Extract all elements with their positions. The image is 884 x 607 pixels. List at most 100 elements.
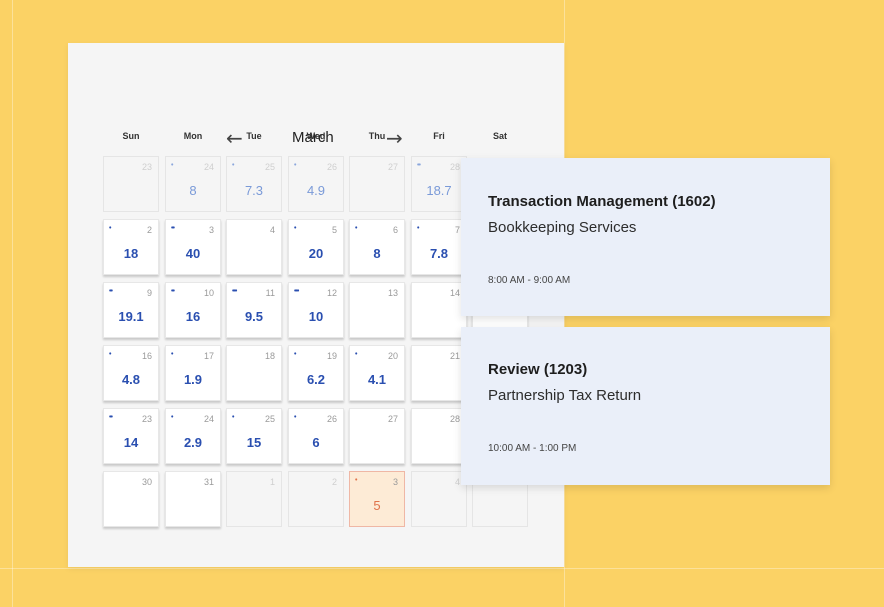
day-cell[interactable]: 14 — [411, 282, 467, 338]
day-cell[interactable]: • 2 18 — [103, 219, 159, 275]
day-hours-value: 10 — [308, 309, 324, 324]
day-hours-value: 4.1 — [367, 372, 387, 387]
event-indicator-dots: • — [355, 225, 358, 232]
day-cell[interactable]: ••• 11 9.5 — [226, 282, 282, 338]
day-cell[interactable]: • 20 4.1 — [349, 345, 405, 401]
day-hours-value: 40 — [185, 246, 201, 261]
day-hours-value: 6.2 — [306, 372, 326, 387]
day-number: 28 — [449, 414, 460, 424]
day-hours-value: 7.8 — [429, 246, 449, 261]
day-number: 18 — [264, 351, 275, 361]
day-hours-value: 18.7 — [426, 183, 452, 198]
day-number: 23 — [141, 414, 152, 424]
weekday-label-0: Sun — [122, 131, 140, 141]
day-cell[interactable]: 27 — [349, 408, 405, 464]
day-number: 16 — [141, 351, 152, 361]
day-number: 27 — [387, 162, 398, 172]
day-hours-value: 18 — [123, 246, 139, 261]
event-time: 8:00 AM - 9:00 AM — [488, 275, 571, 286]
day-cell[interactable]: •• 3 40 — [165, 219, 221, 275]
day-cell[interactable]: 27 — [349, 156, 405, 212]
day-number: 25 — [264, 414, 275, 424]
event-card[interactable]: Transaction Management (1602) Bookkeepin… — [461, 158, 830, 316]
day-hours-value: 2.9 — [183, 435, 203, 450]
day-number: 1 — [269, 477, 275, 487]
day-cell[interactable]: • 7 7.8 — [411, 219, 467, 275]
day-cell[interactable]: • 25 7.3 — [226, 156, 282, 212]
event-indicator-dots: • — [294, 414, 297, 421]
day-cell[interactable]: ••• 12 10 — [288, 282, 344, 338]
day-number: 10 — [203, 288, 214, 298]
day-number: 21 — [449, 351, 460, 361]
weekday-label-2: Tue — [246, 131, 262, 141]
day-number: 4 — [269, 225, 275, 235]
event-card[interactable]: Review (1203) Partnership Tax Return 10:… — [461, 327, 830, 485]
day-cell[interactable]: • 16 4.8 — [103, 345, 159, 401]
day-cell-today[interactable]: • 3 5 — [349, 471, 405, 527]
day-cell[interactable]: 1 — [226, 471, 282, 527]
day-cell[interactable]: 4 — [411, 471, 467, 527]
day-cell[interactable]: 18 — [226, 345, 282, 401]
day-number: 3 — [208, 225, 214, 235]
day-number: 9 — [146, 288, 152, 298]
day-hours-value: 20 — [308, 246, 324, 261]
day-cell[interactable]: • 19 6.2 — [288, 345, 344, 401]
day-number: 2 — [331, 477, 337, 487]
day-cell[interactable]: 2 — [288, 471, 344, 527]
day-number: 13 — [387, 288, 398, 298]
day-number: 17 — [203, 351, 214, 361]
day-number: 27 — [387, 414, 398, 424]
day-cell[interactable]: •• 10 16 — [165, 282, 221, 338]
day-number: 14 — [449, 288, 460, 298]
day-hours-value: 9.5 — [244, 309, 264, 324]
day-cell[interactable]: • 26 4.9 — [288, 156, 344, 212]
day-number: 23 — [141, 162, 152, 172]
event-indicator-dots: ••• — [294, 288, 299, 295]
day-cell[interactable]: • 5 20 — [288, 219, 344, 275]
day-cell[interactable]: • 26 6 — [288, 408, 344, 464]
day-cell[interactable]: 30 — [103, 471, 159, 527]
day-cell[interactable]: 31 — [165, 471, 221, 527]
event-indicator-dots: • — [171, 414, 174, 421]
event-indicator-dots: • — [171, 162, 174, 169]
day-cell[interactable]: •• 23 14 — [103, 408, 159, 464]
day-cell[interactable]: 23 — [103, 156, 159, 212]
day-hours-value: 8 — [373, 246, 381, 261]
day-cell[interactable]: • 24 2.9 — [165, 408, 221, 464]
event-indicator-dots: • — [232, 414, 235, 421]
day-number: 11 — [265, 288, 275, 298]
day-cell[interactable]: • 24 8 — [165, 156, 221, 212]
day-number: 3 — [392, 477, 398, 487]
day-cell[interactable]: 28 — [411, 408, 467, 464]
day-cell[interactable]: •• 28 18.7 — [411, 156, 467, 212]
weekday-label-4: Thu — [368, 131, 386, 141]
day-number: 5 — [331, 225, 337, 235]
day-hours-value: 15 — [246, 435, 262, 450]
event-title: Transaction Management (1602) — [488, 193, 716, 210]
event-indicator-dots: • — [355, 477, 358, 484]
event-indicator-dots: • — [294, 225, 297, 232]
weekday-label-6: Sat — [492, 131, 507, 141]
day-cell[interactable]: 4 — [226, 219, 282, 275]
event-indicator-dots: ••• — [232, 288, 237, 295]
day-number: 24 — [203, 162, 214, 172]
day-number: 7 — [454, 225, 460, 235]
day-number: 26 — [326, 162, 337, 172]
day-hours-value: 14 — [123, 435, 139, 450]
day-cell[interactable]: •• 9 19.1 — [103, 282, 159, 338]
background-gridline — [12, 0, 13, 607]
event-subtitle: Bookkeeping Services — [488, 219, 637, 236]
day-number: 19 — [326, 351, 337, 361]
event-indicator-dots: •• — [171, 288, 175, 295]
day-cell[interactable]: • 25 15 — [226, 408, 282, 464]
day-number: 6 — [392, 225, 398, 235]
event-indicator-dots: • — [294, 351, 297, 358]
event-indicator-dots: • — [109, 225, 112, 232]
event-indicator-dots: • — [294, 162, 297, 169]
day-cell[interactable]: • 17 1.9 — [165, 345, 221, 401]
day-cell[interactable]: • 6 8 — [349, 219, 405, 275]
day-cell[interactable]: 21 — [411, 345, 467, 401]
day-number: 12 — [326, 288, 337, 298]
day-cell[interactable]: 13 — [349, 282, 405, 338]
event-time: 10:00 AM - 1:00 PM — [488, 443, 577, 454]
